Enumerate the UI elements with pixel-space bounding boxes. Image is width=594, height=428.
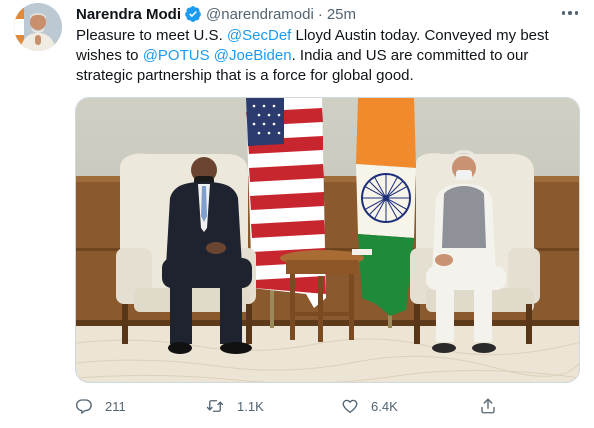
share-icon [479,397,497,415]
tweet-timestamp[interactable]: 25m [327,6,356,23]
mention-link[interactable]: @JoeBiden [214,47,292,64]
tweet-photo[interactable] [75,97,580,383]
mention-link[interactable]: @SecDef [227,27,291,44]
reply-count: 211 [105,398,126,414]
avatar[interactable] [14,3,62,51]
more-options-icon[interactable] [561,4,578,22]
reply-icon [75,397,93,415]
tweet-text: Pleasure to meet U.S. @SecDef Lloyd Aust… [76,26,576,86]
like-button[interactable]: 6.4K [341,396,398,416]
separator-dot: · [317,5,323,23]
share-button[interactable] [479,396,497,416]
retweet-count: 1.1K [237,398,264,414]
author-name[interactable]: Narendra Modi [76,6,181,23]
tweet-actions: 211 1.1K 6.4K [75,396,505,416]
retweet-button[interactable]: 1.1K [205,396,264,416]
tweet-header: Narendra Modi @narendramodi · 25m [76,3,356,25]
like-count: 6.4K [371,398,398,414]
retweet-icon [205,397,225,415]
heart-icon [341,397,359,415]
reply-button[interactable]: 211 [75,396,126,416]
tweet[interactable]: Narendra Modi @narendramodi · 25m Pleasu… [0,0,594,428]
author-handle[interactable]: @narendramodi [206,6,314,23]
verified-badge-icon [184,5,202,23]
mention-link[interactable]: @POTUS [143,47,210,64]
tweet-text-segment: Pleasure to meet U.S. [76,27,227,44]
